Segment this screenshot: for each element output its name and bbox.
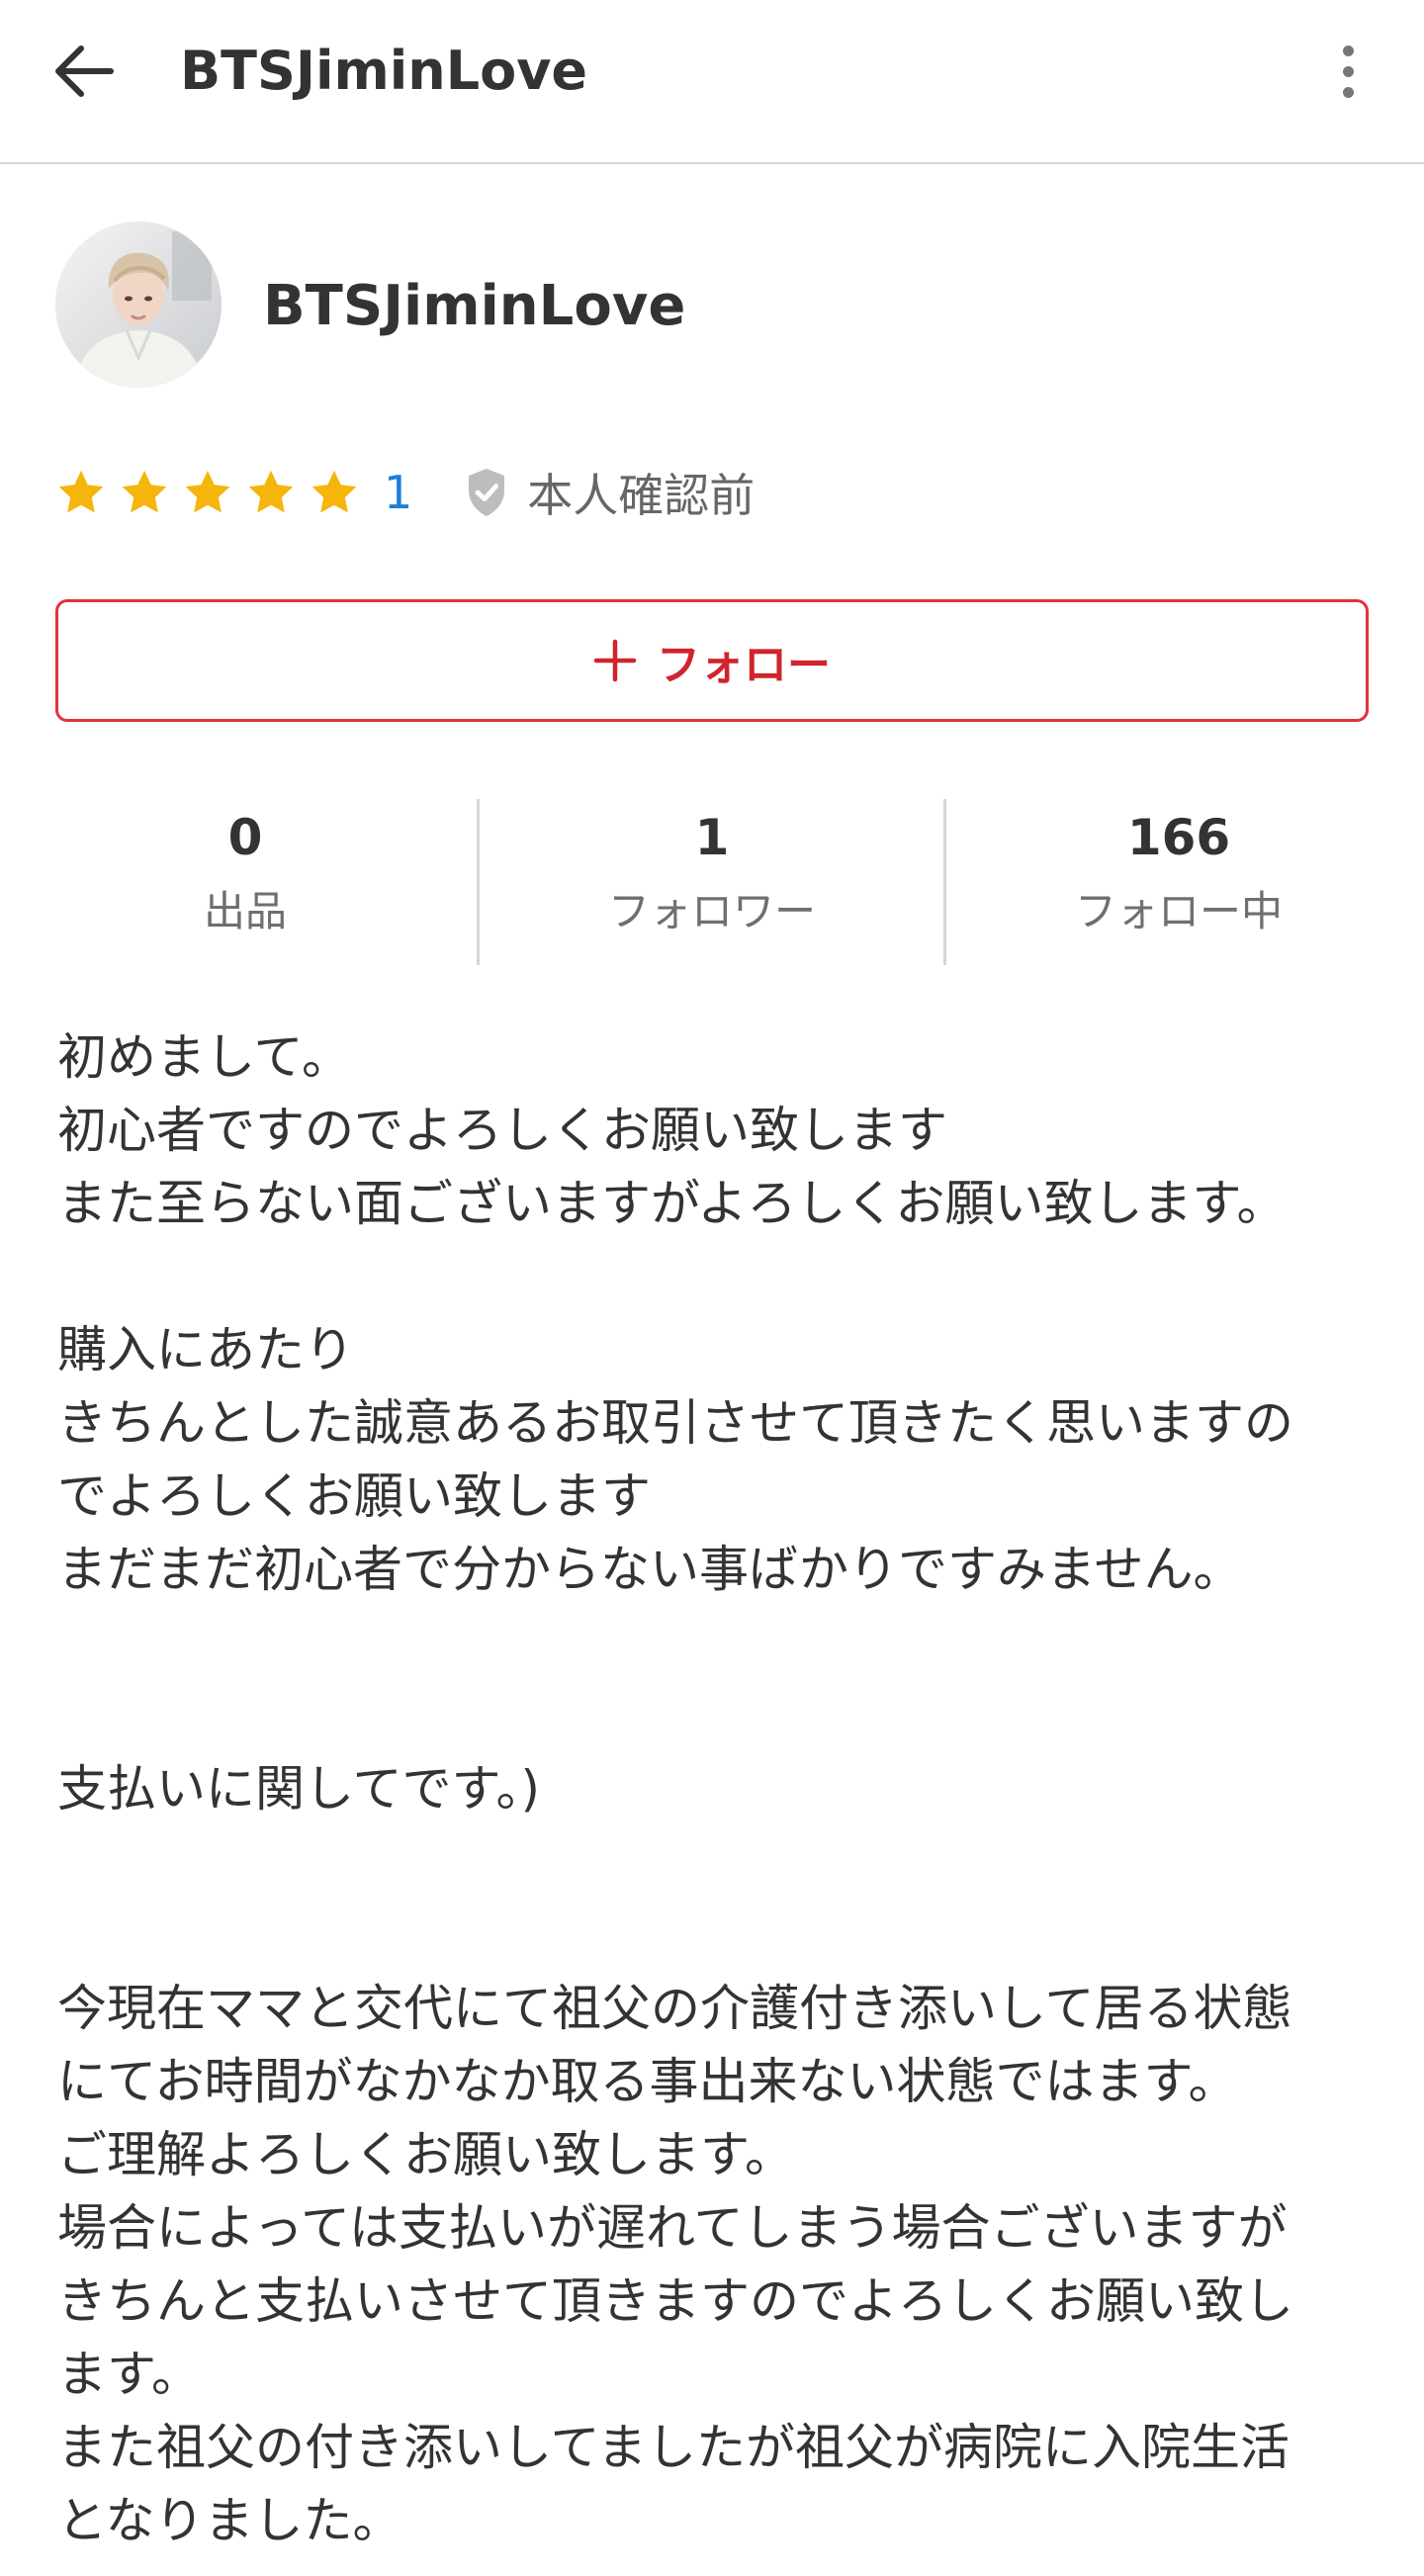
bio-line: 初めまして。: [57, 1028, 351, 1086]
stat-value: 166: [1126, 809, 1231, 866]
bio-line: となりました。: [57, 2492, 402, 2549]
follow-button[interactable]: フォロー: [55, 599, 1369, 722]
stat-followers[interactable]: 1 フォロワー: [504, 791, 920, 967]
star-icon: [312, 470, 357, 513]
avatar[interactable]: [55, 222, 222, 388]
star-icon: [185, 470, 230, 513]
more-vertical-icon-dot: [1342, 86, 1354, 98]
rating-count-link[interactable]: 1: [384, 466, 412, 519]
bio-line: また至らない面ございますがよろしくお願い致します。: [57, 1175, 1287, 1232]
bio-line: きちんと支払いさせて頂きますのでよろしくお願い致し: [57, 2272, 1293, 2330]
star-icon: [58, 470, 104, 513]
bio-line: ます。: [57, 2346, 201, 2403]
bio-line: 場合によっては支払いが遅れてしまう場合ございますが: [57, 2199, 1288, 2257]
shield-check-icon: [469, 469, 505, 516]
more-vertical-icon-dot: [1342, 65, 1354, 77]
stat-label: フォロワー: [607, 887, 816, 935]
rating-row: 1 本人確認前: [55, 457, 755, 528]
app-bar: BTSJiminLove: [0, 0, 1424, 164]
bio-line: にてお時間がなかなか取る事出来ない状態ではます。: [57, 2053, 1238, 2110]
bio-line: まだまだ初心者で分からない事ばかりですみません。: [57, 1541, 1243, 1598]
star-icon: [122, 470, 167, 513]
star-rating: [55, 467, 360, 518]
bio-line: でよろしくお願い致します: [57, 1467, 651, 1525]
more-options-button[interactable]: [1315, 30, 1380, 113]
stat-divider: [943, 799, 946, 965]
profile-bio: 初めまして。初心者ですのでよろしくお願い致しますまた至らない面ございますがよろし…: [57, 1021, 1373, 2557]
stat-label: フォロー中: [1074, 887, 1283, 935]
profile-stats: 0 出品 1 フォロワー 166 フォロー中: [0, 791, 1424, 967]
stat-following[interactable]: 166 フォロー中: [971, 791, 1386, 967]
avatar-photo: [55, 222, 222, 388]
stat-label: 出品: [203, 887, 287, 935]
bio-blank-line: [57, 1899, 1373, 1972]
bio-line: 支払いに関してです。): [57, 1760, 541, 1818]
verification-status: 本人確認前: [464, 460, 755, 525]
plus-icon: [593, 639, 637, 682]
stat-listings[interactable]: 0 出品: [38, 791, 453, 967]
back-button[interactable]: [36, 30, 131, 113]
bio-line: また祖父の付き添いしてましたが祖父が病院に入院生活: [57, 2419, 1290, 2476]
more-vertical-icon: [1342, 44, 1354, 56]
stat-value: 1: [694, 809, 730, 866]
profile-name: BTSJiminLove: [263, 274, 686, 338]
bio-line: ご理解よろしくお願い致します。: [57, 2126, 794, 2183]
bio-line: 今現在ママと交代にて祖父の介護付き添いして居る状態: [57, 1980, 1292, 2037]
star-icon: [248, 470, 294, 513]
bio-line: きちんとした誠意あるお取引させて頂きたく思いますの: [57, 1394, 1293, 1452]
stat-value: 0: [227, 809, 263, 866]
follow-button-label: フォロー: [657, 640, 831, 690]
bio-blank-line: [57, 1606, 1373, 1679]
bio-line: 初心者ですのでよろしくお願い致します: [57, 1102, 947, 1159]
verification-label: 本人確認前: [527, 469, 756, 522]
stat-divider: [477, 799, 480, 965]
arrow-left-icon: [55, 45, 114, 97]
page-title: BTSJiminLove: [180, 40, 588, 102]
bio-blank-line: [57, 1825, 1373, 1899]
bio-blank-line: [57, 1679, 1373, 1752]
bio-line: 購入にあたり: [57, 1321, 354, 1378]
bio-blank-line: [57, 1240, 1373, 1313]
